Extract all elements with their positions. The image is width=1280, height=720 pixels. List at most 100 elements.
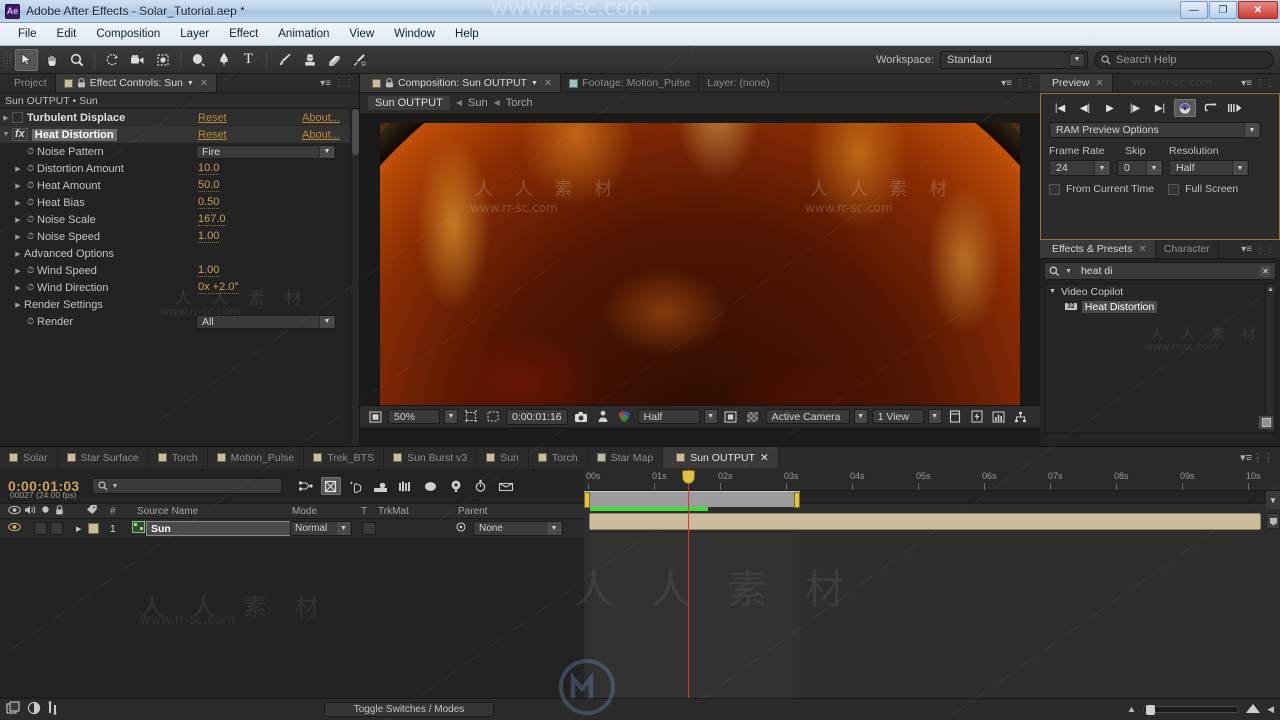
tab-preview[interactable]: Preview ✕ [1040, 74, 1113, 92]
menu-item-animation[interactable]: Animation [268, 25, 339, 43]
zoom-tool-icon[interactable] [65, 49, 88, 71]
snapshot-camera-icon[interactable] [572, 409, 590, 425]
close-icon[interactable]: ✕ [1095, 78, 1103, 89]
layer-duration-bar[interactable] [589, 513, 1261, 530]
column-header-source-name[interactable]: Source Name [137, 506, 198, 517]
close-icon[interactable]: ✕ [760, 452, 769, 464]
chevron-down-icon[interactable]: ▼ [319, 145, 334, 158]
timeline-tab-motion-pulse[interactable]: Motion_Pulse [208, 447, 305, 468]
property-value[interactable]: 0x +2.0° [198, 281, 239, 294]
property-row-heat-bias[interactable]: ▶ ⏱ Heat Bias 0.50 [0, 194, 359, 211]
new-animation-preset-icon[interactable] [1258, 415, 1274, 430]
toggle-transparency-grid-icon[interactable] [366, 409, 384, 425]
layer-video-toggle[interactable] [8, 522, 21, 535]
camera-select[interactable]: Active Camera [765, 409, 850, 424]
panel-menu-icon[interactable]: ▾≡ ⋮⋮ [996, 74, 1040, 92]
effects-list-item-heat-distortion[interactable]: 32 Heat Distortion [1045, 299, 1275, 314]
current-time-indicator[interactable] [688, 469, 689, 701]
property-row-render[interactable]: ⏱ Render All ▼ [0, 313, 359, 330]
menu-item-file[interactable]: File [8, 25, 47, 43]
property-value[interactable]: 10.0 [198, 162, 220, 175]
full-screen-checkbox[interactable] [1168, 183, 1180, 195]
effects-group-video-copilot[interactable]: ▼ Video Copilot [1045, 284, 1275, 299]
stopwatch-icon[interactable]: ⏱ [24, 163, 37, 174]
menu-item-composition[interactable]: Composition [86, 25, 170, 43]
type-tool-icon[interactable]: T [237, 49, 260, 71]
timeline-tab-star-map[interactable]: Star Map [588, 447, 664, 468]
hide-shy-layers-icon[interactable] [346, 477, 366, 495]
panel-menu-icon[interactable]: ▾≡ ⋮⋮ [315, 74, 359, 92]
rotation-tool-icon[interactable] [101, 49, 124, 71]
hand-tool-icon[interactable] [40, 49, 63, 71]
chevron-down-icon[interactable]: ▼ [187, 80, 194, 87]
region-of-interest-icon[interactable] [462, 409, 480, 425]
reset-link[interactable]: Reset [198, 129, 227, 141]
about-link[interactable]: About... [302, 112, 340, 124]
stopwatch-icon[interactable]: ⏱ [24, 231, 37, 242]
panel-menu-icon[interactable]: ▾≡ ⋮⋮ [1236, 74, 1280, 92]
fx-badge-icon[interactable]: fx [12, 128, 28, 141]
timeline-tab-sun[interactable]: Sun [477, 447, 529, 468]
timeline-tab-star-surface[interactable]: Star Surface [58, 447, 149, 468]
property-row-noise-speed[interactable]: ▶ ⏱ Noise Speed 1.00 [0, 228, 359, 245]
chevron-down-icon[interactable]: ▼ [112, 483, 119, 490]
enable-frame-blending-icon[interactable] [371, 477, 391, 495]
chevron-down-icon[interactable]: ▼ [1146, 161, 1161, 175]
property-value[interactable]: 167.0 [198, 213, 226, 226]
first-frame-button[interactable]: |◀ [1049, 99, 1071, 117]
twirl-closed-icon[interactable]: ▶ [12, 199, 24, 207]
search-help-input[interactable]: Search Help [1094, 50, 1274, 69]
work-area-start-handle[interactable] [584, 492, 590, 508]
zoom-level-select[interactable]: 50% [388, 409, 440, 424]
chevron-down-icon[interactable]: ▼ [853, 409, 868, 424]
previous-frame-button[interactable]: ◀| [1074, 99, 1096, 117]
viewer-current-time[interactable]: 0:00:01:16 [506, 408, 568, 425]
twirl-closed-icon[interactable]: ▶ [12, 250, 24, 258]
resolution-select[interactable]: Half [637, 409, 700, 424]
render-dropdown[interactable]: All ▼ [196, 314, 336, 329]
collapse-panel-icon[interactable]: ◀ [1267, 704, 1274, 715]
live-update-icon[interactable] [296, 477, 316, 495]
parent-pickwhip-icon[interactable] [455, 521, 467, 536]
stopwatch-icon[interactable]: ⏱ [24, 282, 37, 293]
stopwatch-icon[interactable]: ⏱ [24, 316, 37, 327]
from-current-time-checkbox[interactable] [1049, 183, 1060, 195]
about-link[interactable]: About... [302, 129, 340, 141]
chevron-down-icon[interactable]: ▼ [337, 522, 350, 535]
timeline-search-input[interactable]: ▼ [91, 478, 282, 494]
column-header-parent[interactable]: Parent [458, 506, 487, 517]
layer-mode-select[interactable]: Normal ▼ [290, 521, 352, 536]
tab-character[interactable]: Character [1155, 240, 1219, 258]
menu-item-layer[interactable]: Layer [170, 25, 219, 43]
twirl-closed-icon[interactable]: ▶ [12, 267, 24, 275]
brainstorm-icon[interactable] [446, 477, 466, 495]
work-area-end-handle[interactable] [794, 492, 800, 508]
timeline-graph-icon[interactable] [990, 409, 1008, 425]
channel-rgb-icon[interactable] [616, 409, 634, 425]
roto-brush-tool-icon[interactable] [348, 49, 371, 71]
timeline-tab-trek-bts[interactable]: Trek_BTS [304, 447, 385, 468]
motion-blur-switch-icon[interactable] [27, 701, 41, 718]
minimize-button[interactable]: — [1180, 1, 1208, 19]
timeline-zoom-marker-icon[interactable]: ▼ [1266, 491, 1280, 509]
close-button[interactable]: ✕ [1238, 1, 1278, 19]
layer-parent-select[interactable]: None ▼ [473, 521, 563, 536]
workspace-select[interactable]: Standard ▼ [940, 50, 1088, 69]
selection-tool-icon[interactable] [15, 48, 38, 71]
next-frame-button[interactable]: |▶ [1124, 99, 1146, 117]
noise-pattern-dropdown[interactable]: Fire ▼ [196, 144, 336, 159]
breadcrumb-item-sun-output[interactable]: Sun OUTPUT [368, 95, 450, 110]
tab-footage-motion-pulse[interactable]: Footage: Motion_Pulse [561, 74, 700, 92]
stopwatch-icon[interactable]: ⏱ [24, 180, 37, 191]
timeline-zoom-slider[interactable] [1143, 705, 1240, 715]
clone-stamp-tool-icon[interactable] [298, 49, 321, 71]
draft-3d-icon[interactable] [320, 477, 341, 495]
twirl-closed-icon[interactable]: ▶ [12, 165, 24, 173]
menu-item-effect[interactable]: Effect [219, 25, 268, 43]
stopwatch-icon[interactable]: ⏱ [24, 146, 37, 157]
property-value[interactable]: 1.00 [198, 230, 220, 243]
work-area-bar[interactable] [584, 491, 800, 508]
tab-composition-sun-output[interactable]: Composition: Sun OUTPUT ▼ ✕ [360, 74, 562, 92]
property-value[interactable]: 0.50 [198, 196, 220, 209]
pen-tool-icon[interactable] [212, 49, 235, 71]
